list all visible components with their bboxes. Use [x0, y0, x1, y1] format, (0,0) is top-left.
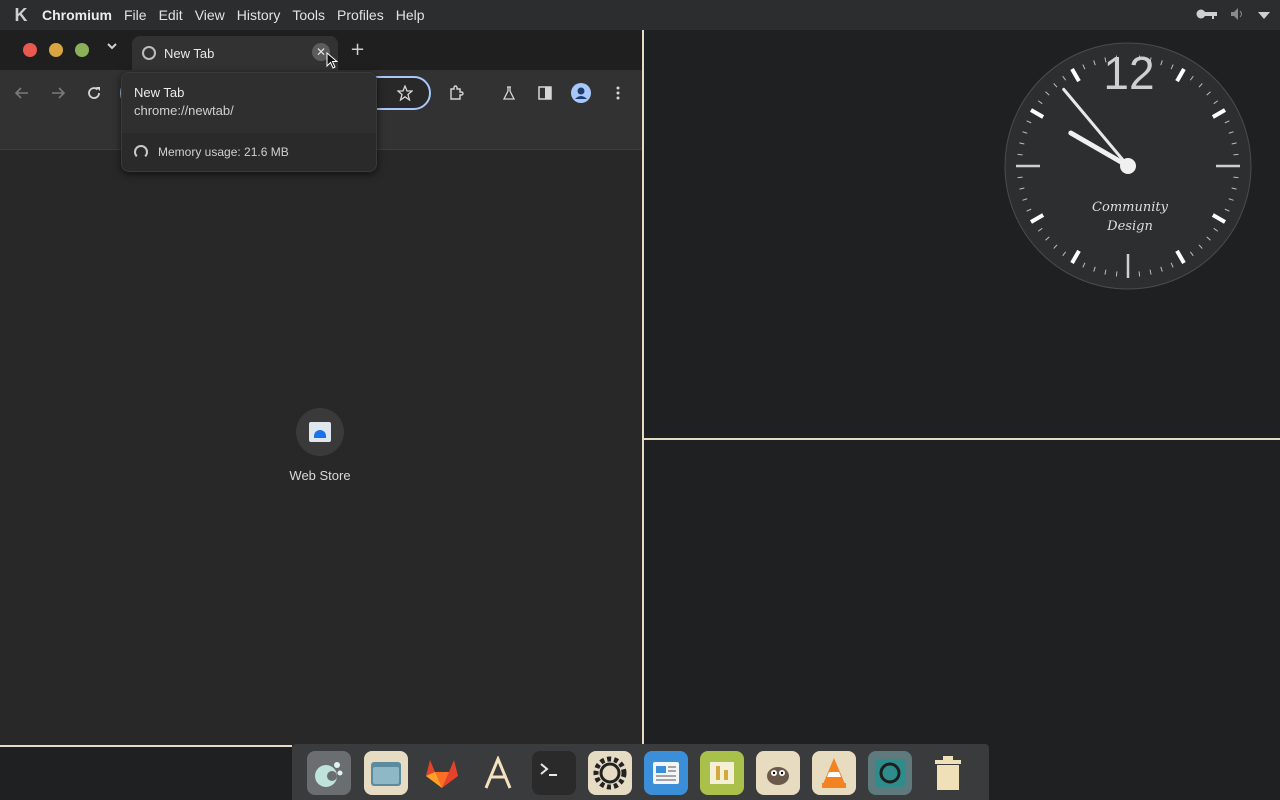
web-store-label[interactable]: Web Store	[270, 468, 370, 483]
news-reader-icon[interactable]	[644, 751, 688, 795]
menu-help[interactable]: Help	[396, 7, 425, 23]
web-store-icon	[309, 422, 331, 442]
terminal-icon[interactable]	[532, 751, 576, 795]
app-name: Chromium	[42, 7, 112, 23]
gitlab-icon[interactable]	[420, 751, 464, 795]
close-window-button[interactable]	[23, 43, 37, 57]
new-tab-page: Web Store	[0, 150, 642, 745]
clock-center-pin	[1120, 158, 1136, 174]
tab-title: New Tab	[164, 45, 215, 61]
web-store-shortcut[interactable]	[296, 408, 344, 456]
spreadsheet-icon[interactable]	[700, 751, 744, 795]
key-icon[interactable]	[1196, 7, 1218, 24]
hover-card-memory: Memory usage: 21.6 MB	[122, 133, 376, 171]
file-manager-icon[interactable]	[364, 751, 408, 795]
menu-profiles[interactable]: Profiles	[337, 7, 384, 23]
hover-card-header: New Tab chrome://newtab/	[122, 73, 376, 133]
labs-flask-icon[interactable]	[498, 82, 520, 104]
system-tray	[1196, 0, 1270, 30]
bookmark-star-icon[interactable]	[394, 82, 416, 104]
memory-gauge-icon	[134, 145, 148, 159]
mouse-cursor-icon	[326, 52, 338, 69]
tiling-divider-horizontal	[644, 438, 1280, 440]
menu-tools[interactable]: Tools	[292, 7, 325, 23]
menu-edit[interactable]: Edit	[159, 7, 183, 23]
tiling-divider-bottom	[0, 745, 292, 747]
extensions-icon[interactable]	[445, 82, 467, 104]
font-viewer-icon[interactable]	[476, 751, 520, 795]
dock	[292, 744, 989, 800]
app-launcher-icon[interactable]	[307, 751, 351, 795]
new-tab-button[interactable]: +	[350, 39, 368, 60]
chevron-down-icon[interactable]	[1258, 7, 1270, 23]
clock-tick	[1017, 176, 1023, 179]
profile-avatar-icon[interactable]	[570, 82, 592, 104]
clock-tick	[1138, 271, 1141, 277]
clock-twelve-numeral: 12	[1103, 47, 1155, 99]
maximize-window-button[interactable]	[75, 43, 89, 57]
hover-card-title: New Tab	[134, 85, 185, 100]
clock-tick	[1233, 153, 1239, 156]
tab-new-tab[interactable]: New Tab ✕	[132, 36, 338, 70]
tiling-divider-vertical	[642, 30, 644, 745]
trash-icon[interactable]	[926, 751, 970, 795]
chromium-dock-icon[interactable]	[868, 751, 912, 795]
menu-view[interactable]: View	[195, 7, 225, 23]
memory-usage-text: Memory usage: 21.6 MB	[158, 145, 289, 159]
clock-brand-label: Community Design	[1060, 198, 1200, 236]
clock-label-line1: Community	[1092, 200, 1168, 215]
menu-history[interactable]: History	[237, 7, 281, 23]
tab-strip: New Tab ✕ +	[0, 30, 642, 70]
clock-tick	[1233, 176, 1239, 179]
tab-search-icon[interactable]	[104, 40, 120, 60]
clock-label-line2: Design	[1107, 219, 1153, 234]
minimize-window-button[interactable]	[49, 43, 63, 57]
forward-arrow-icon[interactable]	[47, 82, 69, 104]
hover-card-url: chrome://newtab/	[134, 103, 234, 118]
globe-icon	[142, 46, 156, 60]
kde-logo-icon[interactable]: K	[10, 4, 32, 26]
top-menu-bar: K Chromium File Edit View History Tools …	[0, 0, 1280, 30]
settings-gear-icon[interactable]	[588, 751, 632, 795]
tab-hover-card: New Tab chrome://newtab/ Memory usage: 2…	[121, 72, 377, 172]
back-arrow-icon[interactable]	[11, 82, 33, 104]
reload-icon[interactable]	[83, 82, 105, 104]
vlc-icon[interactable]	[812, 751, 856, 795]
menu-file[interactable]: File	[124, 7, 147, 23]
clock-tick	[1017, 153, 1023, 156]
gimp-icon[interactable]	[756, 751, 800, 795]
volume-icon[interactable]	[1230, 7, 1246, 24]
side-panel-icon[interactable]	[534, 82, 556, 104]
more-menu-icon[interactable]	[607, 82, 629, 104]
clock-tick	[1115, 271, 1118, 277]
